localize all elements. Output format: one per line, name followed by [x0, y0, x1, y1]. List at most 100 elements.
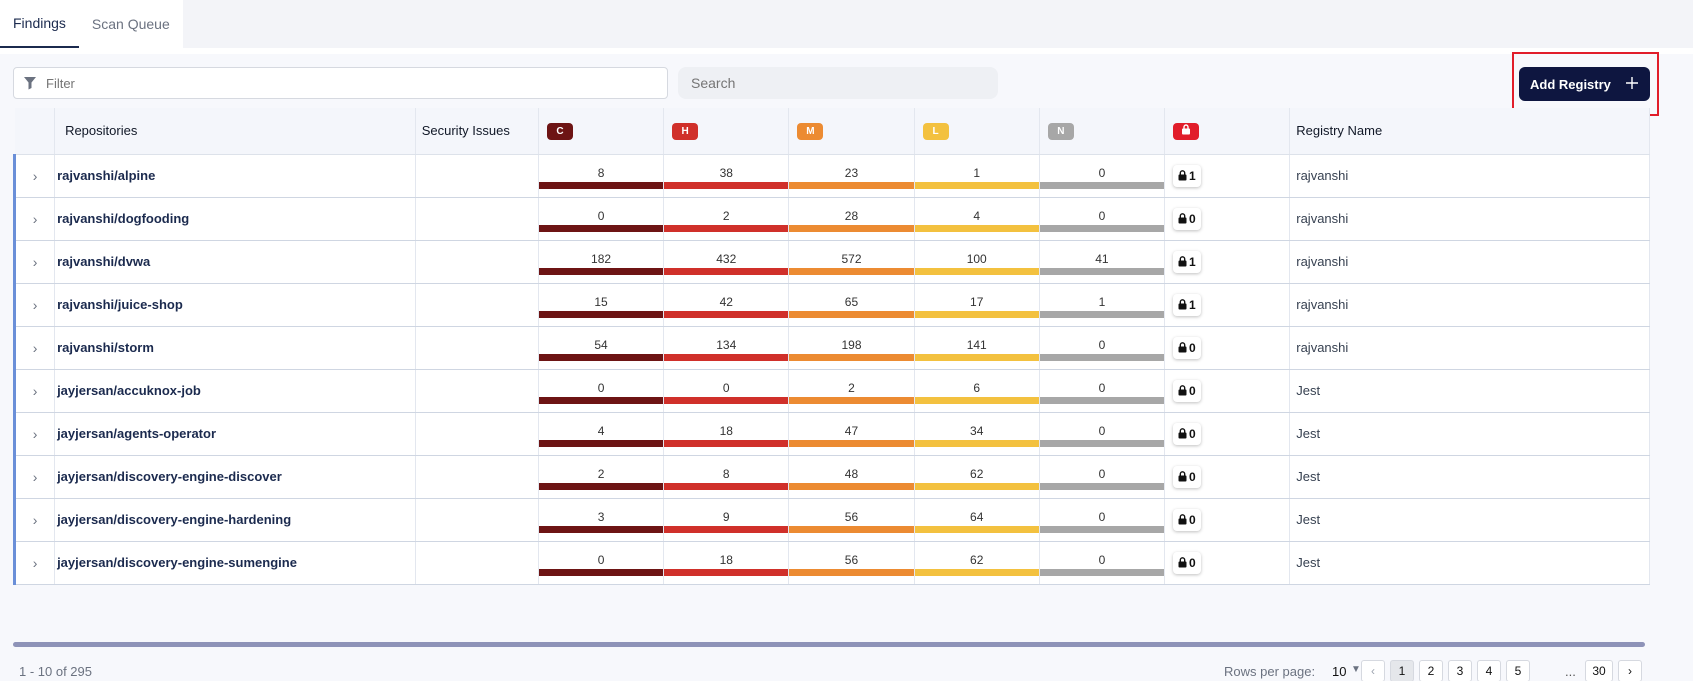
low-count-cell[interactable]: 4 [914, 197, 1040, 241]
lock-count-cell[interactable]: 1 [1164, 240, 1291, 284]
expand-row-button[interactable]: › [12, 369, 56, 413]
chevron-down-icon[interactable]: ▼ [1351, 664, 1361, 675]
medium-count-cell[interactable]: 56 [788, 541, 915, 585]
medium-count-cell[interactable]: 28 [788, 197, 915, 241]
repository-name[interactable]: rajvanshi/alpine [54, 154, 416, 198]
critical-count-cell[interactable]: 0 [538, 197, 665, 241]
repository-name[interactable]: jayjersan/agents-operator [54, 412, 416, 456]
high-count-cell[interactable]: 432 [663, 240, 790, 284]
table-row[interactable]: › rajvanshi/dogfooding 0 2 28 4 0 0 rajvanshi [12, 197, 1650, 241]
lock-count-chip[interactable]: 0 [1173, 465, 1201, 488]
lock-count-chip[interactable]: 1 [1173, 164, 1201, 187]
table-row[interactable]: › jayjersan/discovery-engine-discover 2 8 48… [12, 455, 1650, 499]
high-count-cell[interactable]: 38 [663, 154, 790, 198]
header-negligible[interactable]: N [1039, 108, 1166, 155]
repository-name[interactable]: jayjersan/discovery-engine-discover [54, 455, 416, 499]
header-repositories[interactable]: Repositories [54, 108, 416, 155]
negligible-count-cell[interactable]: 0 [1039, 154, 1166, 198]
medium-count-cell[interactable]: 56 [788, 498, 915, 542]
header-critical[interactable]: C [538, 108, 665, 155]
critical-count-cell[interactable]: 3 [538, 498, 665, 542]
tab-scan-queue[interactable]: Scan Queue [79, 0, 183, 48]
high-count-cell[interactable]: 18 [663, 541, 790, 585]
page-button-4[interactable]: 4 [1477, 660, 1501, 681]
low-count-cell[interactable]: 6 [914, 369, 1040, 413]
lock-count-cell[interactable]: 1 [1164, 283, 1291, 327]
lock-count-cell[interactable]: 1 [1164, 154, 1291, 198]
low-count-cell[interactable]: 62 [914, 541, 1040, 585]
search-input[interactable] [691, 75, 981, 91]
table-row[interactable]: › rajvanshi/storm 54 134 198 141 0 0 rajvanshi [12, 326, 1650, 370]
rows-per-page-select[interactable]: 10 [1332, 664, 1346, 679]
table-row[interactable]: › jayjersan/accuknox-job 0 0 2 6 0 0 Jest [12, 369, 1650, 413]
negligible-count-cell[interactable]: 0 [1039, 326, 1166, 370]
repository-name[interactable]: jayjersan/accuknox-job [54, 369, 416, 413]
header-medium[interactable]: M [788, 108, 915, 155]
expand-row-button[interactable]: › [12, 412, 56, 456]
low-count-cell[interactable]: 34 [914, 412, 1040, 456]
low-count-cell[interactable]: 17 [914, 283, 1040, 327]
critical-count-cell[interactable]: 8 [538, 154, 665, 198]
low-count-cell[interactable]: 100 [914, 240, 1040, 284]
header-high[interactable]: H [663, 108, 790, 155]
critical-count-cell[interactable]: 4 [538, 412, 665, 456]
medium-count-cell[interactable]: 572 [788, 240, 915, 284]
tab-findings[interactable]: Findings [0, 0, 79, 48]
low-count-cell[interactable]: 62 [914, 455, 1040, 499]
negligible-count-cell[interactable]: 1 [1039, 283, 1166, 327]
table-row[interactable]: › jayjersan/discovery-engine-sumengine 0 18… [12, 541, 1650, 585]
table-row[interactable]: › rajvanshi/dvwa 182 432 572 100 41 1 rajvanshi [12, 240, 1650, 284]
lock-count-cell[interactable]: 0 [1164, 455, 1291, 499]
table-row[interactable]: › rajvanshi/juice-shop 15 42 65 17 1 1 rajvanshi [12, 283, 1650, 327]
lock-count-cell[interactable]: 0 [1164, 326, 1291, 370]
repository-name[interactable]: rajvanshi/dvwa [54, 240, 416, 284]
low-count-cell[interactable]: 64 [914, 498, 1040, 542]
prev-page-button[interactable]: ‹ [1361, 660, 1385, 681]
lock-count-cell[interactable]: 0 [1164, 369, 1291, 413]
lock-count-chip[interactable]: 0 [1173, 207, 1201, 230]
repository-name[interactable]: rajvanshi/storm [54, 326, 416, 370]
negligible-count-cell[interactable]: 0 [1039, 541, 1166, 585]
expand-row-button[interactable]: › [12, 455, 56, 499]
header-security-issues[interactable]: Security Issues [415, 108, 539, 155]
negligible-count-cell[interactable]: 0 [1039, 369, 1166, 413]
medium-count-cell[interactable]: 47 [788, 412, 915, 456]
expand-row-button[interactable]: › [12, 498, 56, 542]
expand-row-button[interactable]: › [12, 541, 56, 585]
expand-row-button[interactable]: › [12, 240, 56, 284]
lock-count-chip[interactable]: 0 [1173, 422, 1201, 445]
negligible-count-cell[interactable]: 0 [1039, 455, 1166, 499]
high-count-cell[interactable]: 9 [663, 498, 790, 542]
lock-count-chip[interactable]: 0 [1173, 379, 1201, 402]
lock-count-cell[interactable]: 0 [1164, 412, 1291, 456]
critical-count-cell[interactable]: 15 [538, 283, 665, 327]
header-low[interactable]: L [914, 108, 1040, 155]
high-count-cell[interactable]: 18 [663, 412, 790, 456]
table-row[interactable]: › jayjersan/agents-operator 4 18 47 34 0 0 Jest [12, 412, 1650, 456]
repository-name[interactable]: rajvanshi/juice-shop [54, 283, 416, 327]
expand-row-button[interactable]: › [12, 326, 56, 370]
critical-count-cell[interactable]: 182 [538, 240, 665, 284]
lock-count-cell[interactable]: 0 [1164, 197, 1291, 241]
critical-count-cell[interactable]: 2 [538, 455, 665, 499]
medium-count-cell[interactable]: 23 [788, 154, 915, 198]
expand-row-button[interactable]: › [12, 197, 56, 241]
critical-count-cell[interactable]: 0 [538, 541, 665, 585]
lock-count-chip[interactable]: 0 [1173, 336, 1201, 359]
lock-count-chip[interactable]: 0 [1173, 508, 1201, 531]
negligible-count-cell[interactable]: 0 [1039, 197, 1166, 241]
lock-count-chip[interactable]: 0 [1173, 551, 1201, 574]
expand-row-button[interactable]: › [12, 283, 56, 327]
negligible-count-cell[interactable]: 0 [1039, 498, 1166, 542]
horizontal-scrollbar[interactable] [13, 642, 1645, 647]
search-field[interactable] [678, 67, 998, 99]
lock-count-chip[interactable]: 1 [1173, 293, 1201, 316]
lock-count-cell[interactable]: 0 [1164, 541, 1291, 585]
table-row[interactable]: › jayjersan/discovery-engine-hardening 3 9 5… [12, 498, 1650, 542]
high-count-cell[interactable]: 0 [663, 369, 790, 413]
high-count-cell[interactable]: 42 [663, 283, 790, 327]
low-count-cell[interactable]: 1 [914, 154, 1040, 198]
negligible-count-cell[interactable]: 41 [1039, 240, 1166, 284]
page-button-5[interactable]: 5 [1506, 660, 1530, 681]
medium-count-cell[interactable]: 48 [788, 455, 915, 499]
